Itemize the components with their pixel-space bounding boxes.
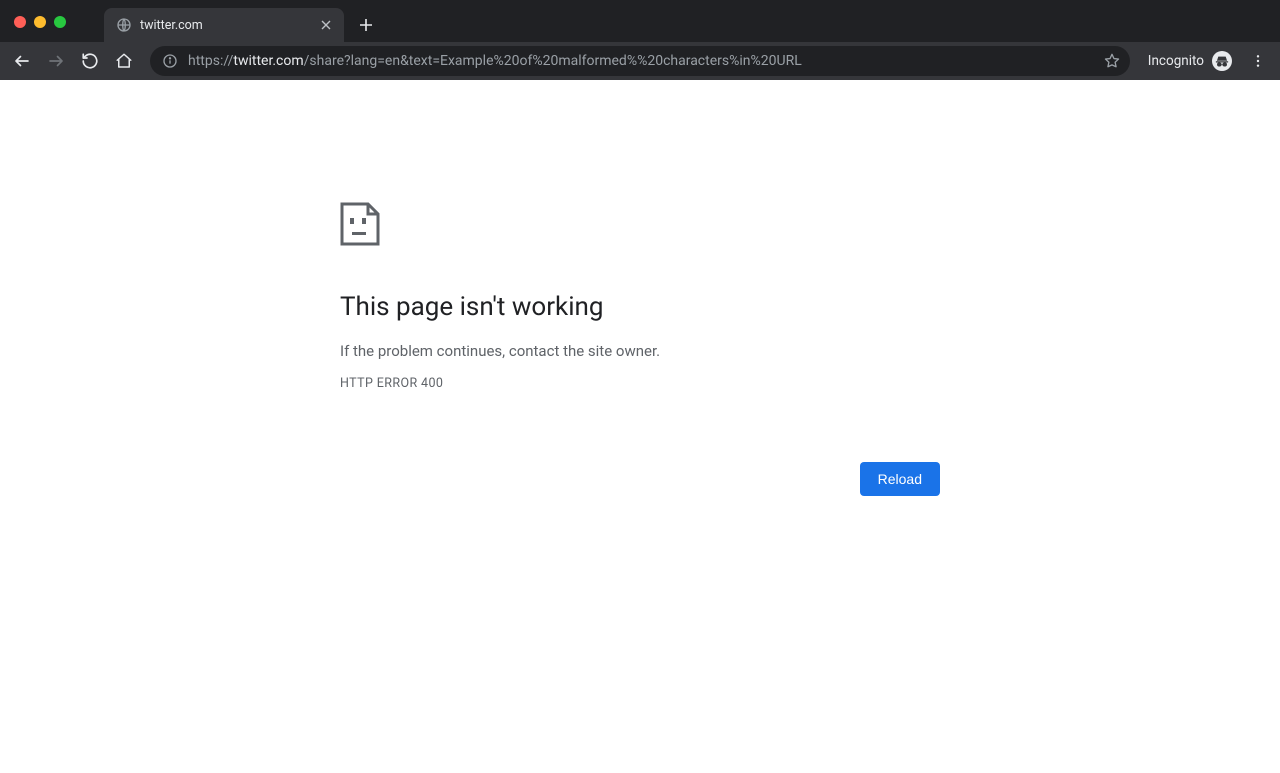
url-host: twitter.com	[233, 53, 303, 69]
tab-title: twitter.com	[140, 18, 310, 33]
browser-title-bar: twitter.com	[0, 0, 1280, 42]
tab-strip: twitter.com	[104, 8, 380, 42]
error-container: This page isn't working If the problem c…	[340, 202, 940, 391]
close-tab-icon[interactable]	[318, 17, 334, 33]
menu-button[interactable]	[1244, 47, 1272, 75]
new-tab-button[interactable]	[352, 11, 380, 39]
url-protocol: https://	[188, 53, 233, 69]
error-code: HTTP ERROR 400	[340, 376, 940, 391]
incognito-indicator[interactable]: Incognito	[1142, 51, 1238, 71]
bookmark-star-icon[interactable]	[1104, 53, 1120, 69]
url-text: https://twitter.com/share?lang=en&text=E…	[188, 53, 1094, 69]
address-bar[interactable]: https://twitter.com/share?lang=en&text=E…	[150, 46, 1130, 76]
reload-toolbar-button[interactable]	[76, 47, 104, 75]
incognito-icon	[1212, 51, 1232, 71]
reload-button[interactable]: Reload	[860, 462, 940, 496]
page-content: This page isn't working If the problem c…	[0, 80, 1280, 773]
incognito-label: Incognito	[1148, 53, 1204, 69]
sad-page-icon	[340, 202, 940, 250]
window-maximize-button[interactable]	[54, 16, 66, 28]
window-controls	[0, 8, 66, 28]
site-info-icon[interactable]	[162, 53, 178, 69]
error-title: This page isn't working	[340, 292, 940, 322]
globe-icon	[116, 17, 132, 33]
window-close-button[interactable]	[14, 16, 26, 28]
browser-tab[interactable]: twitter.com	[104, 8, 344, 42]
window-minimize-button[interactable]	[34, 16, 46, 28]
home-button[interactable]	[110, 47, 138, 75]
forward-button[interactable]	[42, 47, 70, 75]
browser-toolbar: https://twitter.com/share?lang=en&text=E…	[0, 42, 1280, 80]
back-button[interactable]	[8, 47, 36, 75]
url-path: /share?lang=en&text=Example%20of%20malfo…	[304, 53, 802, 69]
error-message: If the problem continues, contact the si…	[340, 342, 940, 360]
